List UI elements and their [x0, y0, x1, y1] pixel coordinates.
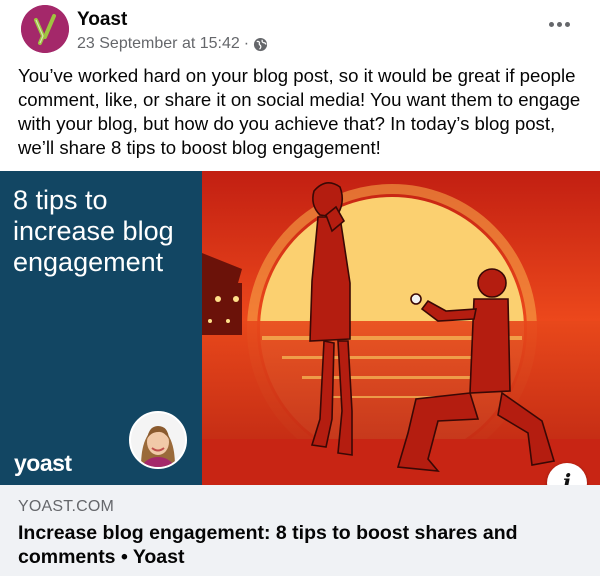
page-name[interactable]: Yoast	[77, 9, 127, 31]
facebook-post: Yoast 23 September at 15:42 · You’ve wor…	[0, 0, 600, 576]
link-preview[interactable]: 8 tips to increase blog engagement yoast	[0, 171, 600, 576]
preview-image-title: 8 tips to increase blog engagement	[13, 185, 174, 277]
yoast-wordmark-logo: yoast	[14, 450, 72, 476]
post-timestamp[interactable]: 23 September at 15:42	[77, 35, 240, 53]
meta-separator: ·	[243, 35, 250, 52]
link-meta[interactable]: YOAST.COM Increase blog engagement: 8 ti…	[0, 485, 600, 576]
post-meta: 23 September at 15:42 ·	[77, 35, 268, 53]
post-text: You’ve worked hard on your blog post, so…	[18, 65, 581, 158]
link-title[interactable]: Increase blog engagement: 8 tips to boos…	[18, 521, 583, 569]
author-photo	[129, 411, 187, 469]
yoast-logo-icon	[21, 5, 69, 53]
link-domain: YOAST.COM	[18, 498, 115, 515]
preview-image-panel: 8 tips to increase blog engagement yoast	[0, 171, 202, 485]
globe-icon[interactable]	[253, 37, 268, 52]
more-options-icon[interactable]	[546, 14, 572, 34]
preview-illustration	[202, 171, 600, 485]
page-avatar[interactable]	[21, 5, 69, 53]
